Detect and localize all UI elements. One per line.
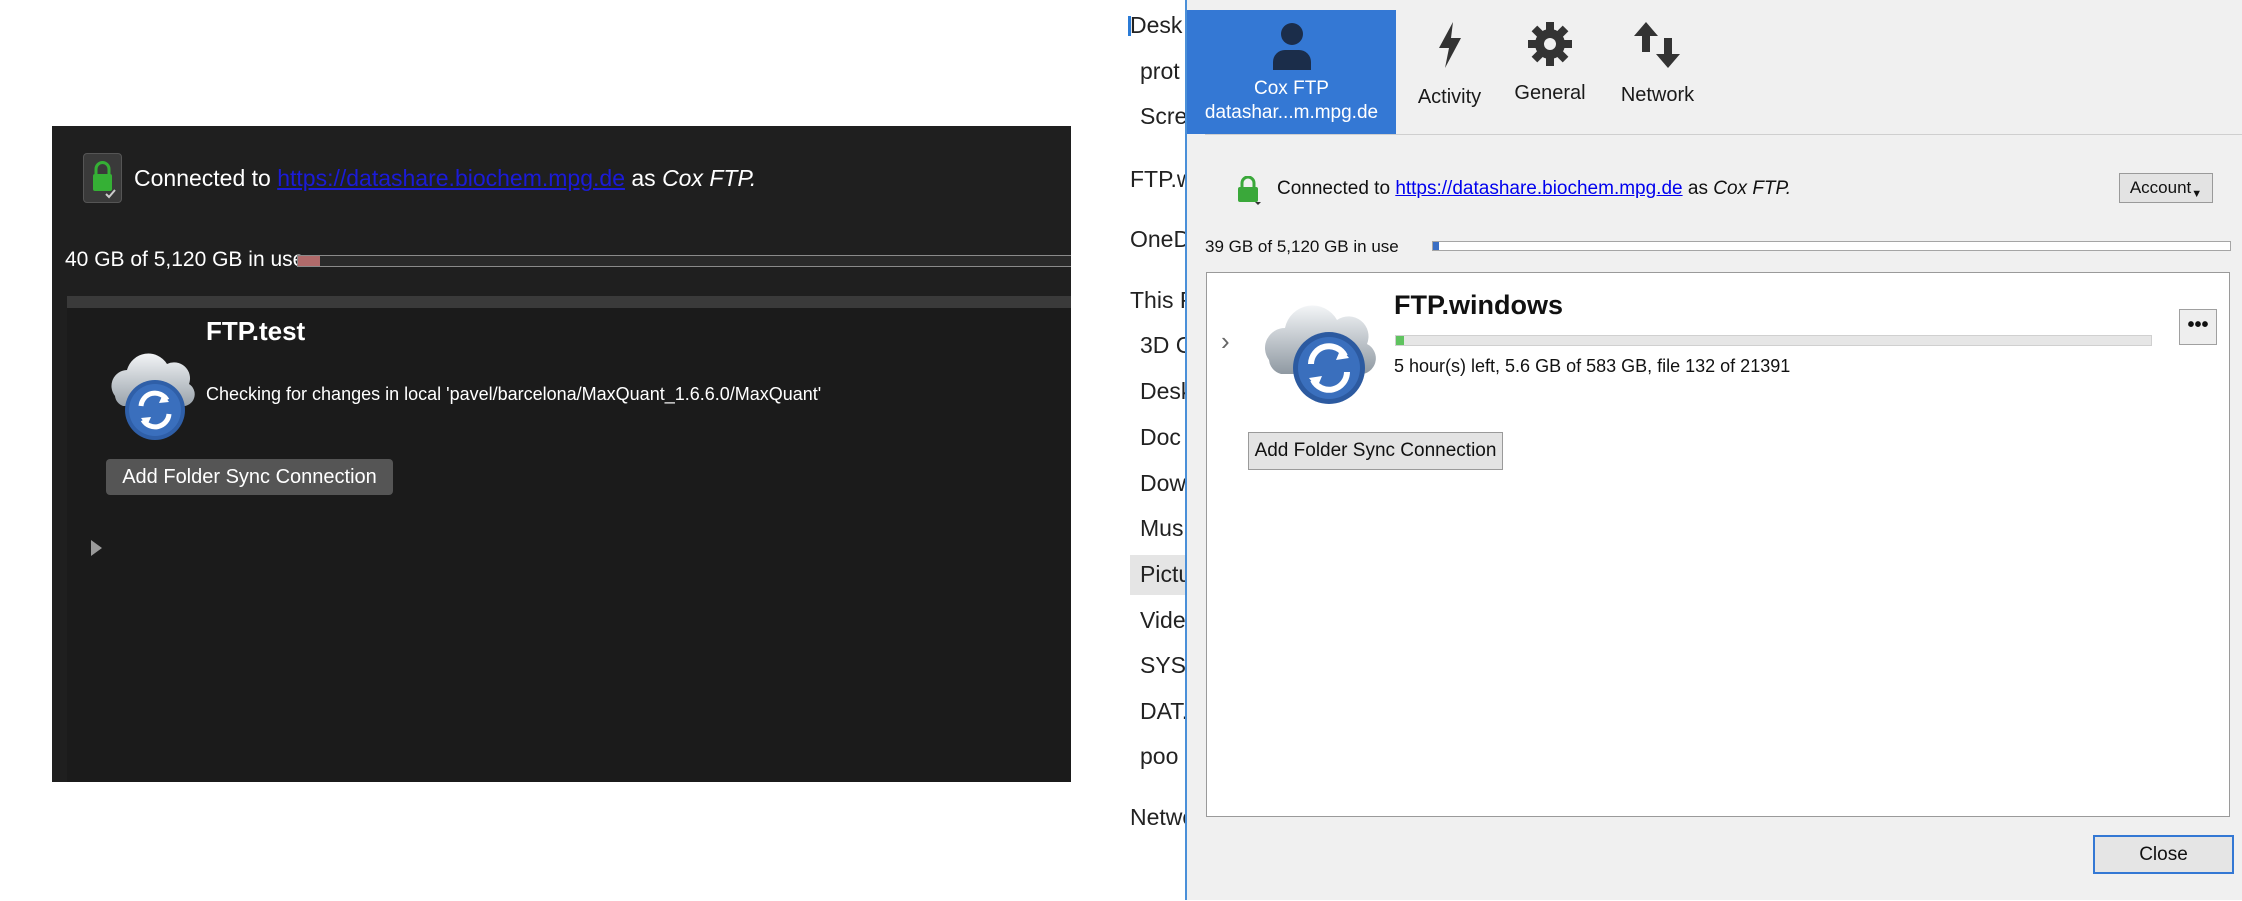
gear-icon [1500, 20, 1600, 74]
tab-label: Network [1620, 84, 1695, 106]
sync-item-status: Checking for changes in local 'pavel/bar… [206, 384, 822, 404]
windows-preferences-window: Cox FTP datashar...m.mpg.de Activity Gen… [1185, 0, 2242, 900]
disclosure-triangle-icon[interactable] [91, 540, 102, 556]
add-folder-sync-button[interactable]: Add Folder Sync Connection [1248, 432, 1503, 470]
file-explorer-sidebar: Desk prot Scre FTP.w OneD This P 3D C De… [1120, 0, 1190, 900]
explorer-item[interactable]: This P [1130, 287, 1190, 314]
connection-status: Connected to https://datashare.biochem.m… [1277, 178, 1791, 200]
mac-preferences-panel: Connected to https://datashare.biochem.m… [52, 126, 1071, 782]
sync-progress-fill [1396, 336, 1404, 345]
tab-network[interactable]: Network [1605, 0, 1710, 134]
server-link[interactable]: https://datashare.biochem.mpg.de [1395, 178, 1682, 199]
lightning-icon [1407, 20, 1492, 76]
explorer-item[interactable]: Pictu [1140, 561, 1190, 588]
user-icon [1187, 20, 1396, 76]
account-button[interactable]: Account▼ [2119, 173, 2213, 203]
chevron-right-icon[interactable]: › [1221, 326, 1230, 357]
tab-label: Cox FTP [1254, 78, 1329, 99]
sync-item-title: FTP.windows [1394, 290, 1564, 320]
sync-item-status: 5 hour(s) left, 5.6 GB of 583 GB, file 1… [1394, 356, 1791, 376]
usage-text: 39 GB of 5,120 GB in use [1205, 237, 1399, 256]
close-button[interactable]: Close [2093, 835, 2234, 874]
tab-sublabel: datashar...m.mpg.de [1204, 102, 1379, 123]
usage-bar-fill [298, 256, 320, 266]
account-name: Cox FTP. [1713, 178, 1792, 199]
account-name: Cox FTP. [662, 165, 757, 191]
explorer-item[interactable]: Desk [1130, 12, 1182, 39]
explorer-item[interactable]: FTP.w [1130, 166, 1190, 193]
dropdown-arrow-icon: ▼ [2191, 188, 2203, 200]
lock-icon [1235, 175, 1263, 211]
usage-bar [1432, 241, 2231, 251]
explorer-item[interactable]: Desk [1140, 378, 1190, 405]
explorer-item[interactable]: Vide [1140, 607, 1186, 634]
connected-prefix: Connected to [134, 165, 271, 191]
explorer-item[interactable]: prot [1140, 58, 1180, 85]
as-text: as [631, 165, 656, 191]
cloud-sync-icon [1259, 290, 1383, 413]
lock-icon [83, 153, 122, 203]
explorer-item[interactable]: Mus [1140, 515, 1183, 542]
add-folder-sync-button[interactable]: Add Folder Sync Connection [106, 459, 393, 495]
sync-item-title: FTP.test [206, 316, 306, 346]
explorer-item[interactable]: Doc [1140, 424, 1181, 451]
cloud-sync-icon [105, 336, 197, 449]
sync-progress-bar [1395, 335, 2152, 346]
explorer-item[interactable]: OneD [1130, 226, 1190, 253]
explorer-item[interactable]: Dow [1140, 470, 1186, 497]
up-down-arrows-icon [1605, 20, 1710, 76]
explorer-item[interactable]: Scre [1140, 103, 1187, 130]
connected-prefix: Connected to [1277, 178, 1391, 199]
usage-bar [297, 255, 1071, 267]
account-button-label: Account [2129, 178, 2192, 197]
tab-general[interactable]: General [1500, 0, 1600, 134]
tab-label: General [1514, 82, 1586, 104]
connection-status: Connected to https://datashare.biochem.m… [134, 165, 756, 192]
more-options-button[interactable]: ••• [2179, 309, 2217, 345]
server-link[interactable]: https://datashare.biochem.mpg.de [277, 165, 625, 191]
explorer-item[interactable]: poo [1140, 743, 1178, 770]
explorer-item[interactable]: 3D C [1140, 332, 1190, 359]
explorer-item[interactable]: DAT. [1140, 698, 1188, 725]
tab-activity[interactable]: Activity [1407, 0, 1492, 134]
usage-bar-fill [1433, 242, 1439, 250]
as-text: as [1687, 178, 1708, 199]
tab-cox-ftp[interactable]: Cox FTP datashar...m.mpg.de [1187, 10, 1396, 134]
explorer-item[interactable]: Netwo [1130, 804, 1190, 831]
usage-text: 40 GB of 5,120 GB in use [65, 248, 305, 271]
sync-list [67, 296, 1071, 782]
explorer-item[interactable]: SYST [1140, 652, 1190, 679]
tab-label: Activity [1417, 86, 1482, 108]
